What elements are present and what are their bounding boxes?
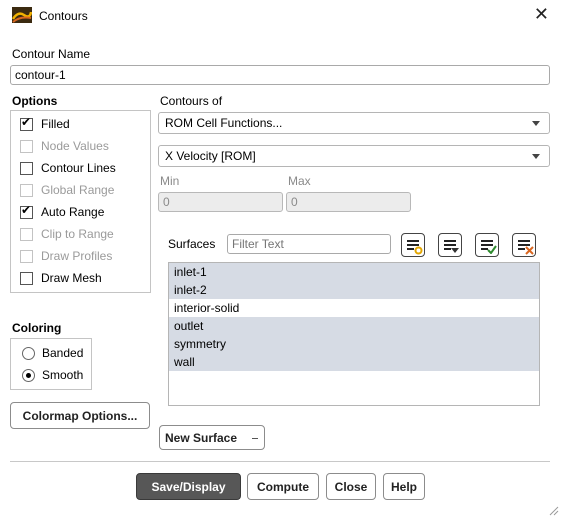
contours-of-variable-dropdown[interactable]: X Velocity [ROM] xyxy=(158,145,550,167)
chevron-down-icon xyxy=(532,121,540,126)
checkbox-label: Global Range xyxy=(41,183,115,197)
radio-label: Smooth xyxy=(42,368,84,382)
surfaces-label: Surfaces xyxy=(168,237,216,251)
save-display-button[interactable]: Save/Display xyxy=(136,473,241,500)
option-node-values-checkbox: Node Values xyxy=(20,137,109,155)
option-global-range-checkbox: Global Range xyxy=(20,181,114,199)
surfaces-filter-input[interactable] xyxy=(227,234,391,254)
contours-of-label: Contours of xyxy=(160,94,223,108)
filter-menu-icon[interactable] xyxy=(438,233,462,257)
checkbox-box[interactable] xyxy=(20,161,33,175)
variable-value: X Velocity [ROM] xyxy=(165,149,256,163)
category-value: ROM Cell Functions... xyxy=(165,116,283,130)
checkmark-icon: ✔ xyxy=(21,202,32,217)
checkbox-box[interactable]: ✔ xyxy=(20,114,33,131)
coloring-smooth-radio[interactable]: Smooth xyxy=(22,366,83,384)
checkbox-box xyxy=(20,139,33,153)
option-clip-to-range-checkbox: Clip to Range xyxy=(20,225,114,243)
contours-app-icon xyxy=(12,7,32,23)
select-checked-icon[interactable] xyxy=(475,233,499,257)
max-label: Max xyxy=(288,174,311,188)
checkbox-label: Draw Profiles xyxy=(41,249,113,263)
option-draw-mesh-checkbox[interactable]: Draw Mesh xyxy=(20,269,102,287)
checkbox-label: Node Values xyxy=(41,139,109,153)
close-icon[interactable]: ✕ xyxy=(534,5,549,25)
surfaces-list[interactable]: inlet-1 inlet-2 interior-solid outlet symmet… xyxy=(168,262,540,406)
coloring-banded-radio[interactable]: Banded xyxy=(22,344,83,362)
surface-list-item[interactable]: symmetry xyxy=(169,335,539,353)
surface-list-item[interactable]: wall xyxy=(169,353,539,371)
help-button[interactable]: Help xyxy=(383,473,425,500)
surface-list-item[interactable]: inlet-2 xyxy=(169,281,539,299)
option-contour-lines-checkbox[interactable]: Contour Lines xyxy=(20,159,116,177)
option-auto-range-checkbox[interactable]: ✔ Auto Range xyxy=(20,203,104,221)
surface-list-item[interactable]: inlet-1 xyxy=(169,263,539,281)
deselect-all-icon[interactable] xyxy=(512,233,536,257)
window-title: Contours xyxy=(39,9,88,23)
min-label: Min xyxy=(160,174,180,188)
radio-dot xyxy=(26,372,31,378)
new-surface-button[interactable]: New Surface xyxy=(159,425,265,450)
coloring-heading: Coloring xyxy=(12,321,62,335)
radio-label: Banded xyxy=(42,346,84,360)
checkbox-box[interactable] xyxy=(20,271,33,285)
max-field: 0 xyxy=(286,192,411,212)
contour-name-label: Contour Name xyxy=(12,47,91,61)
checkbox-box xyxy=(20,249,33,263)
surface-list-item[interactable]: interior-solid xyxy=(169,299,539,317)
select-all-icon[interactable] xyxy=(401,233,425,257)
title-bar: Contours ✕ xyxy=(0,0,563,32)
min-field: 0 xyxy=(158,192,283,212)
checkbox-box[interactable]: ✔ xyxy=(20,202,33,219)
checkbox-box xyxy=(20,183,33,197)
options-heading: Options xyxy=(12,94,58,108)
separator xyxy=(10,461,550,462)
checkbox-label: Filled xyxy=(41,117,70,131)
checkbox-label: Auto Range xyxy=(41,205,105,219)
compute-button[interactable]: Compute xyxy=(247,473,319,500)
option-filled-checkbox[interactable]: ✔ Filled xyxy=(20,115,70,133)
radio-circle[interactable] xyxy=(22,346,35,360)
colormap-options-button[interactable]: Colormap Options... xyxy=(10,402,150,429)
contours-of-category-dropdown[interactable]: ROM Cell Functions... xyxy=(158,112,550,134)
resize-grip-icon[interactable] xyxy=(547,504,559,516)
chevron-down-icon xyxy=(532,154,540,159)
close-button[interactable]: Close xyxy=(326,473,376,500)
chevron-down-icon xyxy=(252,437,258,439)
checkbox-label: Contour Lines xyxy=(41,161,116,175)
checkbox-box xyxy=(20,227,33,241)
surface-list-item[interactable]: outlet xyxy=(169,317,539,335)
option-draw-profiles-checkbox: Draw Profiles xyxy=(20,247,112,265)
contour-name-field[interactable]: contour-1 xyxy=(10,65,550,85)
checkbox-label: Clip to Range xyxy=(41,227,114,241)
checkmark-icon: ✔ xyxy=(21,114,32,129)
radio-circle[interactable] xyxy=(22,368,35,382)
checkbox-label: Draw Mesh xyxy=(41,271,102,285)
new-surface-label: New Surface xyxy=(165,430,238,445)
